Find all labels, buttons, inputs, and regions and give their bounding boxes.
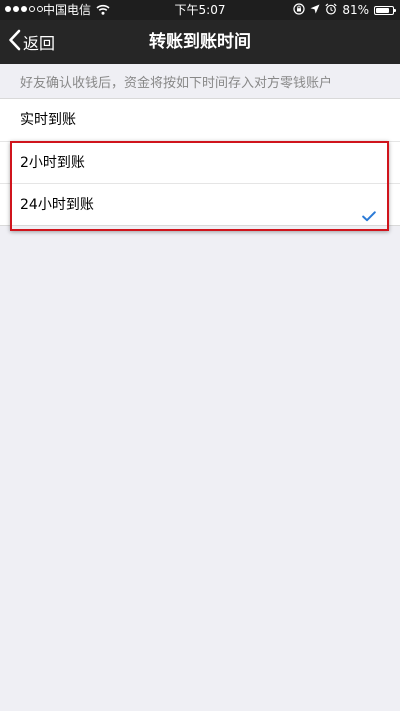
status-bar: 中国电信 下午5:07 81% [0,0,400,20]
rotation-lock-icon [293,2,305,18]
option-realtime[interactable]: 实时到账 [0,99,400,141]
alarm-clock-icon [325,2,337,18]
back-label: 返回 [23,34,56,53]
location-arrow-icon [310,3,320,17]
battery-level [376,7,389,13]
page-title: 转账到账时间 [149,32,251,52]
option-2-hours[interactable]: 2小时到账 [0,141,400,183]
battery-icon [374,5,396,15]
checkmark-icon [362,197,376,239]
navigation-bar: 返回 转账到账时间 [0,20,400,64]
option-24-hours[interactable]: 24小时到账 [0,183,400,225]
chevron-left-icon [8,29,21,55]
option-label: 实时到账 [20,112,76,128]
battery-percent: 81% [342,3,369,17]
option-label: 24小时到账 [20,197,94,213]
section-description: 好友确认收钱后，资金将按如下时间存入对方零钱账户 [20,76,333,91]
back-button[interactable]: 返回 [8,20,55,64]
option-label: 2小时到账 [20,155,85,171]
arrival-time-options: 实时到账 2小时到账 24小时到账 [0,98,400,226]
